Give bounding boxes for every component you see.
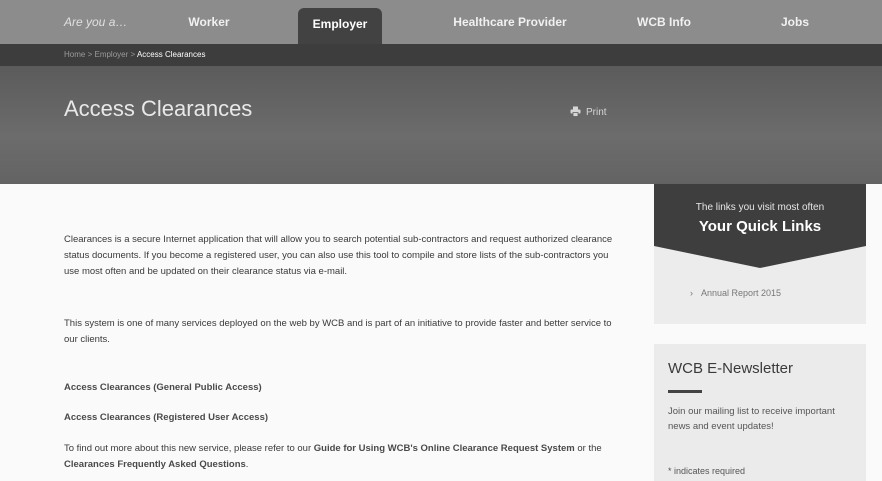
public-access-link[interactable]: Access Clearances (General Public Access… bbox=[64, 382, 262, 393]
print-label: Print bbox=[586, 107, 607, 118]
nav-item-worker[interactable]: Worker bbox=[150, 0, 268, 44]
registered-access-link[interactable]: Access Clearances (Registered User Acces… bbox=[64, 412, 268, 423]
printer-icon bbox=[570, 106, 581, 117]
quick-links-title: Your Quick Links bbox=[698, 218, 822, 235]
guide-link[interactable]: Guide for Using WCB's Online Clearance R… bbox=[314, 443, 575, 454]
chevron-right-icon: › bbox=[690, 288, 693, 298]
quick-link-annual-report[interactable]: › Annual Report 2015 bbox=[690, 288, 781, 298]
page-header: Access Clearances Print bbox=[0, 66, 882, 184]
newsletter-required-note: * indicates required bbox=[668, 466, 746, 476]
newsletter-panel: WCB E-Newsletter Join our mailing list t… bbox=[654, 344, 866, 481]
nav-item-healthcare-provider[interactable]: Healthcare Provider bbox=[410, 0, 610, 44]
quick-link-label: Annual Report 2015 bbox=[701, 288, 782, 298]
system-paragraph: This system is one of many services depl… bbox=[64, 318, 612, 345]
more-info-suffix: . bbox=[245, 459, 249, 470]
breadcrumb: Home > Employer > Access Clearances bbox=[64, 44, 205, 66]
newsletter-title: WCB E-Newsletter bbox=[668, 360, 794, 377]
quick-links-panel: The links you visit most often Your Quic… bbox=[654, 184, 866, 324]
nav-item-jobs[interactable]: Jobs bbox=[740, 0, 850, 44]
print-button[interactable]: Print bbox=[570, 106, 607, 118]
breadcrumb-bar: Home > Employer > Access Clearances bbox=[0, 44, 882, 66]
newsletter-divider bbox=[668, 390, 702, 393]
quick-links-subtitle: The links you visit most often bbox=[695, 202, 825, 213]
nav-item-wcb-info[interactable]: WCB Info bbox=[618, 0, 710, 44]
faq-link[interactable]: Clearances Frequently Asked Questions bbox=[64, 459, 246, 470]
intro-paragraph: Clearances is a secure Internet applicat… bbox=[64, 234, 613, 277]
page-title: Access Clearances bbox=[64, 96, 253, 121]
more-info-mid: or the bbox=[574, 443, 602, 454]
breadcrumb-employer[interactable]: Employer bbox=[94, 50, 128, 59]
breadcrumb-separator: > bbox=[87, 50, 93, 59]
more-info-prefix: To find out more about this new service,… bbox=[64, 443, 314, 454]
quick-links-arrow bbox=[654, 246, 866, 268]
quick-links-header: The links you visit most often Your Quic… bbox=[654, 184, 866, 246]
breadcrumb-current: Access Clearances bbox=[136, 50, 206, 59]
breadcrumb-home[interactable]: Home bbox=[64, 50, 85, 59]
more-info-paragraph: To find out more about this new service,… bbox=[64, 441, 624, 473]
newsletter-description: Join our mailing list to receive importa… bbox=[668, 406, 835, 432]
breadcrumb-separator: > bbox=[130, 50, 136, 59]
nav-item-employer[interactable]: Employer bbox=[298, 8, 382, 44]
top-nav: Are you a… Worker Employer Healthcare Pr… bbox=[0, 0, 882, 44]
